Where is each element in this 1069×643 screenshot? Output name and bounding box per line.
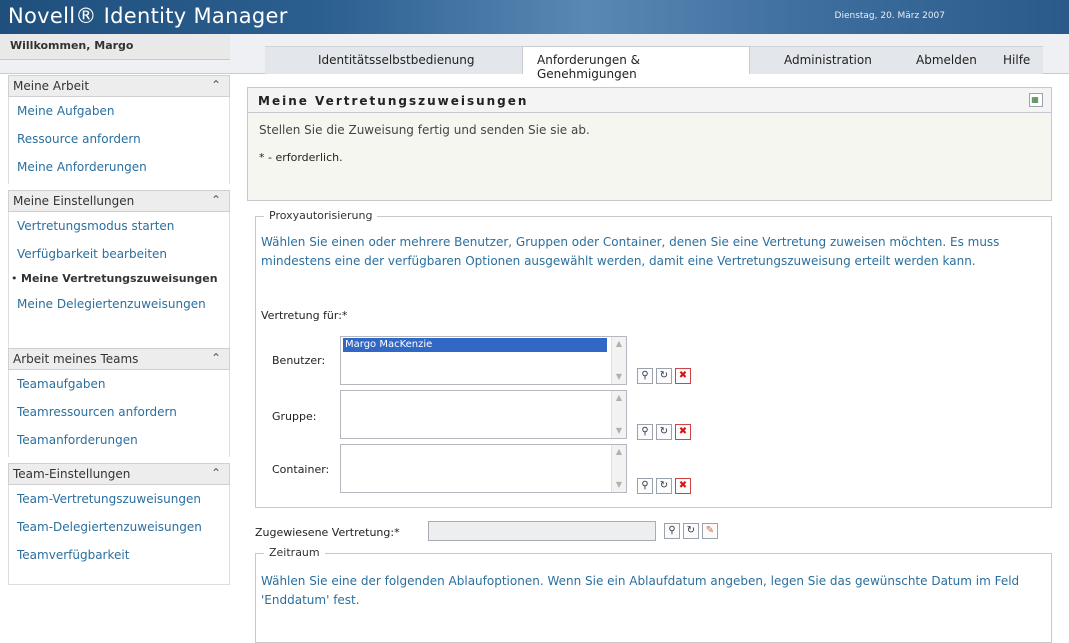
user-option-selected[interactable]: Margo MacKenzie <box>343 338 607 352</box>
sidebar-section-arbeit-meines-teams[interactable]: Arbeit meines Teams ⌃ <box>8 348 230 370</box>
group-label: Gruppe: <box>272 410 317 423</box>
user-label: Benutzer: <box>272 354 326 367</box>
user-listbox[interactable]: Margo MacKenzie ▲ ▼ <box>340 336 627 385</box>
sidebar-item-meine-aufgaben[interactable]: Meine Aufgaben <box>9 97 229 125</box>
tab-administration[interactable]: Administration <box>750 46 898 74</box>
sidebar: Meine Arbeit ⌃ Meine Aufgaben Ressource … <box>8 75 230 585</box>
proxy-description: Wählen Sie einen oder mehrere Benutzer, … <box>261 235 1000 268</box>
section-title: Meine Einstellungen <box>13 194 135 208</box>
history-icon[interactable]: ↻ <box>656 368 672 384</box>
history-icon[interactable]: ↻ <box>656 424 672 440</box>
intro-panel: Stellen Sie die Zuweisung fertig und sen… <box>247 113 1052 201</box>
scroll-up-icon[interactable]: ▲ <box>613 446 625 458</box>
top-banner: Novell® Identity Manager Dienstag, 20. M… <box>0 0 1069 34</box>
scroll-down-icon[interactable]: ▼ <box>613 425 625 437</box>
sidebar-item-ressource-anfordern[interactable]: Ressource anfordern <box>9 125 229 153</box>
container-label: Container: <box>272 463 330 476</box>
grid-options-icon[interactable]: ▦ <box>1029 93 1043 107</box>
proxy-for-label: Vertretung für:* <box>261 309 348 322</box>
page-title-bar: Meine Vertretungszuweisungen ▦ <box>247 87 1052 113</box>
sidebar-item-teamressourcen-anfordern[interactable]: Teamressourcen anfordern <box>9 398 229 426</box>
sidebar-item-verfuegbarkeit-bearbeiten[interactable]: Verfügbarkeit bearbeiten <box>9 240 229 268</box>
group-listbox-scrollbar[interactable]: ▲ ▼ <box>611 391 626 438</box>
sidebar-item-teamverfuegbarkeit[interactable]: Teamverfügbarkeit <box>9 541 229 569</box>
sidebar-section-team-einstellungen[interactable]: Team-Einstellungen ⌃ <box>8 463 230 485</box>
period-description: Wählen Sie eine der folgenden Ablaufopti… <box>261 574 1020 607</box>
group-listbox[interactable]: ▲ ▼ <box>340 390 627 439</box>
instruction-text: Stellen Sie die Zuweisung fertig und sen… <box>259 123 590 137</box>
magnifier-icon[interactable]: ⚲ <box>664 523 680 539</box>
assigned-proxy-actions: ⚲ ↻ ✎ <box>664 523 718 539</box>
scroll-down-icon[interactable]: ▼ <box>613 371 625 383</box>
history-icon[interactable]: ↻ <box>656 478 672 494</box>
section-title: Team-Einstellungen <box>13 467 131 481</box>
main-content: Meine Vertretungszuweisungen ▦ Stellen S… <box>247 87 1052 201</box>
main-tabs: Identitätsselbstbedienung Anforderungen … <box>265 46 1043 81</box>
sidebar-item-teamaufgaben[interactable]: Teamaufgaben <box>9 370 229 398</box>
sidebar-item-team-vertretungszuweisungen[interactable]: Team-Vertretungszuweisungen <box>9 485 229 513</box>
assigned-proxy-input[interactable] <box>428 521 656 541</box>
sidebar-item-teamanforderungen[interactable]: Teamanforderungen <box>9 426 229 454</box>
scroll-down-icon[interactable]: ▼ <box>613 479 625 491</box>
container-listbox[interactable]: ▲ ▼ <box>340 444 627 493</box>
nav-bar: Willkommen, Margo Identitätsselbstbedien… <box>0 34 1069 81</box>
sidebar-item-meine-vertretungszuweisungen[interactable]: Meine Vertretungszuweisungen <box>9 268 229 290</box>
tab-anforderungen-genehmigungen[interactable]: Anforderungen & Genehmigungen <box>522 46 750 81</box>
sidebar-item-meine-delegiertenzuweisungen[interactable]: Meine Delegiertenzuweisungen <box>9 290 229 318</box>
delete-icon[interactable]: ✖ <box>675 478 691 494</box>
container-actions: ⚲ ↻ ✖ <box>637 478 691 494</box>
group-actions: ⚲ ↻ ✖ <box>637 424 691 440</box>
sidebar-section-meine-arbeit[interactable]: Meine Arbeit ⌃ <box>8 75 230 97</box>
tab-hilfe[interactable]: Hilfe <box>991 46 1043 74</box>
delete-icon[interactable]: ✖ <box>675 368 691 384</box>
scroll-up-icon[interactable]: ▲ <box>613 392 625 404</box>
magnifier-icon[interactable]: ⚲ <box>637 478 653 494</box>
welcome-text: Willkommen, Margo <box>0 34 230 60</box>
tab-identitaetsselbstbedienung[interactable]: Identitätsselbstbedienung <box>265 46 522 74</box>
scroll-up-icon[interactable]: ▲ <box>613 338 625 350</box>
sidebar-section-meine-einstellungen[interactable]: Meine Einstellungen ⌃ <box>8 190 230 212</box>
magnifier-icon[interactable]: ⚲ <box>637 424 653 440</box>
current-date: Dienstag, 20. März 2007 <box>834 11 945 21</box>
user-listbox-scrollbar[interactable]: ▲ ▼ <box>611 337 626 384</box>
period-legend: Zeitraum <box>264 546 325 559</box>
collapse-chevron-icon[interactable]: ⌃ <box>211 78 221 92</box>
delete-icon[interactable]: ✖ <box>675 424 691 440</box>
app-logo: Novell® Identity Manager <box>8 4 288 28</box>
container-listbox-scrollbar[interactable]: ▲ ▼ <box>611 445 626 492</box>
sidebar-item-meine-anforderungen[interactable]: Meine Anforderungen <box>9 153 229 181</box>
user-actions: ⚲ ↻ ✖ <box>637 368 691 384</box>
tab-abmelden[interactable]: Abmelden <box>898 46 991 74</box>
sidebar-item-vertretungsmodus-starten[interactable]: Vertretungsmodus starten <box>9 212 229 240</box>
required-note: * - erforderlich. <box>259 151 343 164</box>
assigned-proxy-label: Zugewiesene Vertretung:* <box>255 526 400 539</box>
section-title: Arbeit meines Teams <box>13 352 139 366</box>
proxy-legend: Proxyautorisierung <box>264 209 378 222</box>
collapse-chevron-icon[interactable]: ⌃ <box>211 466 221 480</box>
history-icon[interactable]: ↻ <box>683 523 699 539</box>
collapse-chevron-icon[interactable]: ⌃ <box>211 351 221 365</box>
page-title: Meine Vertretungszuweisungen <box>258 94 529 108</box>
magnifier-icon[interactable]: ⚲ <box>637 368 653 384</box>
section-title: Meine Arbeit <box>13 79 90 93</box>
edit-icon[interactable]: ✎ <box>702 523 718 539</box>
collapse-chevron-icon[interactable]: ⌃ <box>211 193 221 207</box>
sidebar-item-team-delegiertenzuweisungen[interactable]: Team-Delegiertenzuweisungen <box>9 513 229 541</box>
